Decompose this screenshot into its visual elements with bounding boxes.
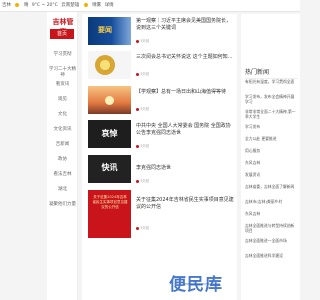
sidebar-item-hubei[interactable]: 湖北 bbox=[47, 187, 78, 193]
hot-news-item[interactable]: 吉林省委，吉林全面了解新闻 bbox=[245, 184, 298, 189]
temperature-text: 9°C ~ 20°C bbox=[31, 3, 58, 8]
sidebar-item-study[interactable]: 学习贯彻 bbox=[47, 52, 78, 58]
location-text: 吉林 bbox=[2, 3, 11, 8]
city-text: 云南楚雄 bbox=[61, 3, 80, 8]
sidebar-item-20th-congress[interactable]: 学习二十大精神 bbox=[47, 67, 78, 79]
details-link[interactable]: 详情 bbox=[105, 3, 114, 8]
site-watermark: 便民库 www.bianminku.com bbox=[151, 270, 241, 295]
sidebar-item-power[interactable]: 凝聚他们力量 bbox=[47, 202, 78, 208]
news-meta: 3天前 bbox=[136, 144, 149, 149]
weather-sun-icon bbox=[15, 2, 20, 7]
source-avatar-icon bbox=[136, 226, 139, 230]
sunrise-icon bbox=[105, 96, 114, 105]
sidebar-item-culture[interactable]: 文化 bbox=[47, 112, 78, 118]
thumbnail-label: 快讯 bbox=[101, 163, 118, 172]
thumbnail-label: 要闻 bbox=[98, 26, 112, 34]
news-title[interactable]: 关于征集2024年吉林省民生实事项目意见建议的公开信 bbox=[136, 197, 234, 211]
sidebar-item-views[interactable]: 观见 bbox=[47, 97, 78, 103]
news-thumbnail[interactable] bbox=[88, 86, 131, 114]
thumbnail-label: 关于征集2024年吉林省民生实事项目意见建议的公开信 bbox=[92, 195, 128, 209]
news-feed: 要闻 第一观察｜习近平主席会见美国国务院长，说到这三个关键词 3天前 三次阅会总… bbox=[82, 14, 237, 300]
weather2-text: 晴雾 bbox=[92, 3, 102, 8]
hot-news-item[interactable]: 东风吉林 bbox=[245, 160, 298, 165]
weather-text: 晴 bbox=[23, 3, 29, 8]
hot-news-item[interactable]: 东风吉林 bbox=[245, 211, 298, 216]
news-meta: 3天前 bbox=[136, 179, 149, 184]
news-meta: 3天前 bbox=[136, 39, 149, 44]
hot-news-item[interactable]: 有阳光有温度，学习贯彻全面 bbox=[245, 79, 298, 84]
hot-news-item[interactable]: 吉林全面推进一全面市场 bbox=[245, 238, 298, 243]
news-meta: 3天前 bbox=[136, 72, 149, 77]
sidebar-item-news[interactable]: 看资讯 bbox=[47, 82, 78, 88]
hot-news-item[interactable]: 非常非常全面二十大精神,第一季大学生 bbox=[245, 109, 298, 119]
news-title[interactable]: 第一观察｜习近平主席会见美国国务院长，说到这三个关键词 bbox=[136, 18, 234, 32]
emblem-icon bbox=[95, 55, 115, 75]
weather-icon bbox=[83, 2, 88, 7]
source-avatar-icon bbox=[136, 144, 139, 148]
news-title[interactable]: 三次阅会总书记关怀说这 这个主题如何知… bbox=[136, 54, 234, 61]
hot-news-item[interactable]: 吉林全面推进与转型持续创新项目 bbox=[245, 223, 298, 233]
hot-news-item[interactable]: 吉林全面推进科学建设 bbox=[245, 253, 298, 258]
left-sidebar: 吉林管窗 首页 学习贯彻 学习二十大精神 看资讯 观见 文化 文化资讯 吉新闻 … bbox=[47, 12, 78, 300]
news-title[interactable]: 【学观察】总有一场日出和山海值得等待 bbox=[136, 89, 234, 96]
news-meta: 3天前 bbox=[136, 107, 149, 112]
news-title[interactable]: 中共中央 全国人大常委会 国务院 全国政协公告李克强同志逝世 bbox=[136, 123, 234, 137]
hot-news-heading: 热门新闻 bbox=[245, 67, 298, 79]
watermark-url-text: www.bianminku.com bbox=[184, 282, 221, 286]
news-thumbnail[interactable]: 要闻 bbox=[88, 17, 131, 45]
hot-news-item[interactable]: 学习发布，发布全会精神开展学习 bbox=[245, 94, 298, 104]
news-meta: 3天前 bbox=[136, 226, 149, 231]
news-thumbnail[interactable]: 快讯 bbox=[88, 155, 131, 183]
news-thumbnail[interactable]: 哀悼 bbox=[88, 120, 131, 148]
source-avatar-icon bbox=[136, 107, 139, 111]
source-avatar-icon bbox=[136, 39, 139, 43]
news-thumbnail[interactable] bbox=[88, 51, 131, 79]
hot-news-panel: 热门新闻 有阳光有温度，学习贯彻全面 学习发布，发布全会精神开展学习 非常非常全… bbox=[241, 14, 300, 300]
top-status-bar: 吉林 晴 9°C ~ 20°C 云南楚雄 晴雾 详情 bbox=[0, 0, 300, 12]
news-thumbnail[interactable]: 关于征集2024年吉林省民生实事项目意见建议的公开信 bbox=[88, 190, 131, 238]
sidebar-item-law[interactable]: 看法吉林 bbox=[47, 172, 78, 178]
hot-news-item[interactable]: 发展资讯 bbox=[245, 172, 298, 177]
sidebar-item-politics[interactable]: 政协 bbox=[47, 157, 78, 163]
hot-news-item[interactable]: 用心服务 bbox=[245, 148, 298, 153]
news-title[interactable]: 李克强同志逝世 bbox=[136, 165, 234, 172]
hot-news-item[interactable]: 学习发布 bbox=[245, 124, 298, 129]
hot-news-item[interactable]: 全力以赴 更要推进 bbox=[245, 136, 298, 141]
thumbnail-label: 哀悼 bbox=[101, 129, 118, 138]
sidebar-item-culture-news[interactable]: 文化资讯 bbox=[47, 127, 78, 133]
sidebar-item-jilin-news[interactable]: 吉新闻 bbox=[47, 142, 78, 148]
source-avatar-icon bbox=[136, 72, 139, 76]
hot-news-item[interactable]: 吉林市(吉林)美丽乡村 bbox=[245, 199, 298, 204]
home-nav-button[interactable]: 首页 bbox=[50, 29, 74, 39]
source-avatar-icon bbox=[136, 179, 139, 183]
